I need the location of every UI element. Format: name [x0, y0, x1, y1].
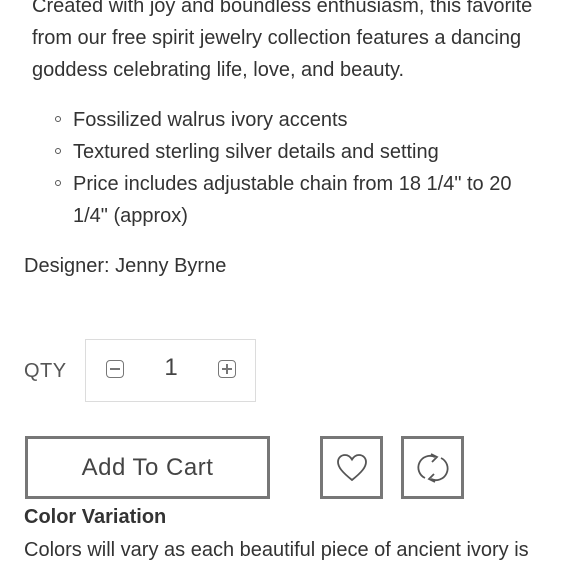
feature-list: Fossilized walrus ivory accents Textured… — [0, 104, 580, 232]
add-to-cart-button[interactable]: Add To Cart — [25, 436, 270, 499]
list-item: Fossilized walrus ivory accents — [0, 104, 543, 136]
bullet-icon — [55, 148, 61, 154]
list-item: Price includes adjustable chain from 18 … — [0, 168, 543, 232]
quantity-stepper: 1 — [85, 339, 256, 402]
compare-button[interactable] — [401, 436, 464, 499]
feature-text: Textured sterling silver details and set… — [73, 141, 439, 163]
quantity-label: QTY — [24, 360, 67, 382]
designer-credit: Designer: Jenny Byrne — [24, 255, 227, 277]
product-description: Created with joy and boundless enthusias… — [32, 0, 533, 81]
list-item: Textured sterling silver details and set… — [0, 136, 543, 168]
heart-icon — [336, 453, 367, 481]
quantity-value[interactable]: 1 — [156, 354, 186, 382]
color-variation-text: Colors will vary as each beautiful piece… — [24, 539, 529, 561]
refresh-icon — [417, 452, 448, 483]
minus-icon[interactable] — [106, 360, 124, 378]
color-variation-heading: Color Variation — [24, 506, 167, 528]
feature-text: Price includes adjustable chain from 18 … — [73, 173, 512, 227]
bullet-icon — [55, 180, 61, 186]
plus-icon[interactable] — [218, 360, 236, 378]
wishlist-button[interactable] — [320, 436, 383, 499]
bullet-icon — [55, 116, 61, 122]
feature-text: Fossilized walrus ivory accents — [73, 109, 348, 131]
